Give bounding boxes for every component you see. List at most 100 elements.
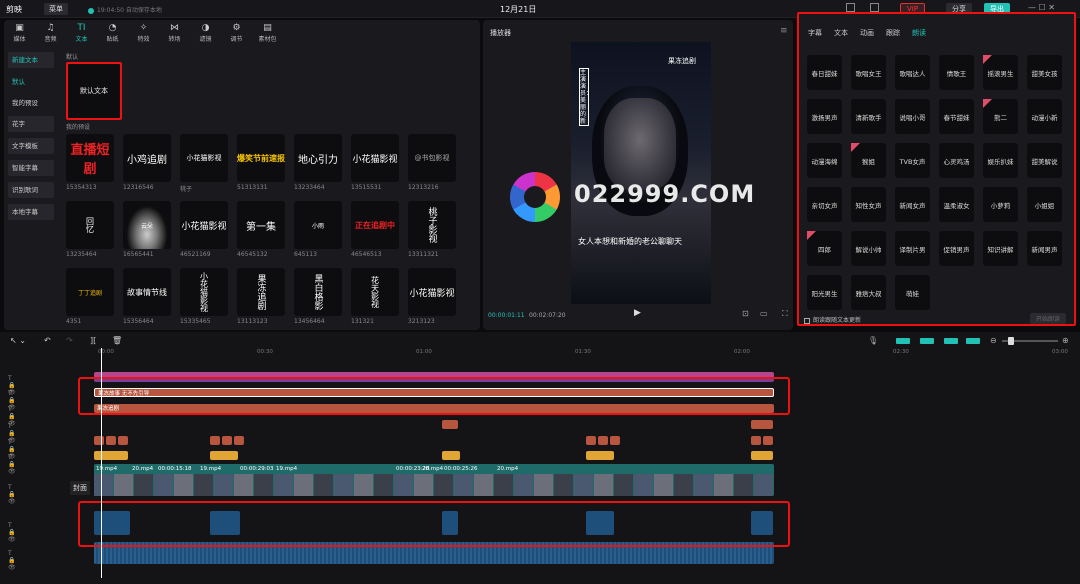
preset-card-11[interactable]: 小雨 645113 <box>294 201 342 267</box>
text-clip-a3-6[interactable] <box>586 436 596 445</box>
voice-card-31[interactable]: 雅痞大叔 <box>851 275 886 310</box>
split-icon[interactable]: ][ <box>90 336 96 345</box>
voice-card-30[interactable]: 阳光男生 <box>807 275 842 310</box>
preset-card-3[interactable]: 爆笑节前速报 51313131 <box>237 134 285 200</box>
text-clip-a3-1[interactable] <box>106 436 116 445</box>
tab-1[interactable]: ♫ 音频 <box>35 20 66 46</box>
eye-icon[interactable]: 👁 <box>8 468 16 475</box>
preset-card-2[interactable]: 小花猫影视 桃子 <box>180 134 228 200</box>
menu-button[interactable]: 菜单 <box>44 3 68 15</box>
voice-card-6[interactable]: 激扬男声 <box>807 99 842 134</box>
preset-thumb[interactable]: 故事情节线 <box>123 268 171 316</box>
type-icon[interactable]: T <box>8 484 12 491</box>
text-clip-a3-0[interactable] <box>94 436 104 445</box>
sticker-clip-0[interactable] <box>94 451 128 460</box>
preset-card-14[interactable]: 丁丁追剧 4351 <box>66 268 114 334</box>
playhead[interactable] <box>101 348 102 578</box>
preset-card-17[interactable]: 果冻追剧 13113123 <box>237 268 285 334</box>
voice-card-7[interactable]: 清新歌手 <box>851 99 886 134</box>
preset-card-10[interactable]: 第一集 46545132 <box>237 201 285 267</box>
zoom-slider-handle[interactable] <box>1008 337 1014 345</box>
tab-4[interactable]: ✧ 特效 <box>128 20 159 46</box>
text-clip-a3-5[interactable] <box>234 436 244 445</box>
prop-tab-0[interactable]: 字幕 <box>808 28 822 38</box>
lock-icon[interactable]: 🔒 <box>8 529 15 536</box>
text-clip-a3-4[interactable] <box>222 436 232 445</box>
voice-card-18[interactable]: 亲切女声 <box>807 187 842 222</box>
preset-card-18[interactable]: 黑白格影 13456464 <box>294 268 342 334</box>
sidenav-item-1[interactable]: 默认 <box>8 74 54 90</box>
voice-card-0[interactable]: 春日甜妹 <box>807 55 842 90</box>
sticker-clip-2[interactable] <box>442 451 460 460</box>
type-icon[interactable]: T <box>8 423 12 430</box>
lock-icon[interactable]: 🔒 <box>8 446 15 453</box>
type-icon[interactable]: T <box>8 454 12 461</box>
sticker-clip-3[interactable] <box>586 451 614 460</box>
sticker-clip-1[interactable] <box>210 451 238 460</box>
preset-thumb[interactable]: 小花猫影视 <box>180 268 228 316</box>
delete-icon[interactable]: 🗑 <box>112 336 122 345</box>
player-menu-icon[interactable]: ≡ <box>780 26 788 36</box>
lock-icon[interactable]: 🔒 <box>8 430 15 437</box>
preset-thumb[interactable]: 桃子影视 <box>408 201 456 249</box>
preset-thumb[interactable]: 第一集 <box>237 201 285 249</box>
type-icon[interactable]: T <box>8 439 12 446</box>
text-clip-a3-8[interactable] <box>610 436 620 445</box>
voice-card-16[interactable]: 娱乐扒妹 <box>983 143 1018 178</box>
lock-icon[interactable]: 🔒 <box>8 491 15 498</box>
voice-card-27[interactable]: 促销男声 <box>939 231 974 266</box>
zoom-out-icon[interactable]: ⊖ <box>990 336 997 345</box>
preset-card-12[interactable]: 正在追剧中 46546513 <box>351 201 399 267</box>
text-clip-small-0[interactable] <box>442 420 458 429</box>
voice-card-17[interactable]: 甜美解说 <box>1027 143 1062 178</box>
preset-card-13[interactable]: 桃子影视 13311321 <box>408 201 456 267</box>
audio-toggle-icon[interactable] <box>966 338 980 344</box>
voice-card-10[interactable]: 熊二 <box>983 99 1018 134</box>
time-ruler[interactable]: 00:00 00:30 01:00 01:30 02:00 02:30 03:00 <box>90 348 1080 360</box>
vertical-text-overlay[interactable]: 主演演员：美丽的新 <box>579 68 592 126</box>
preset-thumb[interactable]: 花天影视 <box>351 268 399 316</box>
preset-card-7[interactable]: 回忆 13235464 <box>66 201 114 267</box>
lock-icon[interactable]: 🔒 <box>8 397 15 404</box>
sidenav-item-7[interactable]: 本地字幕 <box>8 204 54 220</box>
tab-5[interactable]: ⋈ 转场 <box>159 20 190 46</box>
preset-card-19[interactable]: 花天影视 131321 <box>351 268 399 334</box>
voice-card-24[interactable]: 四郎 <box>807 231 842 266</box>
preset-thumb[interactable]: @书包影视 <box>408 134 456 182</box>
tab-3[interactable]: ◔ 贴纸 <box>97 20 128 46</box>
sidenav-item-3[interactable]: 花字 <box>8 116 54 132</box>
audio-track-controls[interactable]: T🔒👁 <box>8 550 22 571</box>
voice-card-26[interactable]: 译制片男 <box>895 231 930 266</box>
sidenav-item-4[interactable]: 文字模板 <box>8 138 54 154</box>
voice-card-29[interactable]: 新闻男声 <box>1027 231 1062 266</box>
voice-card-14[interactable]: TVB女声 <box>895 143 930 178</box>
fullscreen-icon[interactable]: ⛶ <box>782 309 788 319</box>
preset-card-16[interactable]: 小花猫影视 15335465 <box>180 268 228 334</box>
voice-card-1[interactable]: 歌唱女王 <box>851 55 886 90</box>
lock-icon[interactable]: 🔒 <box>8 413 15 420</box>
preset-thumb[interactable]: 正在追剧中 <box>351 201 399 249</box>
voice-card-4[interactable]: 摇滚男生 <box>983 55 1018 90</box>
sidenav-item-2[interactable]: 我的预设 <box>8 95 54 111</box>
voice-card-15[interactable]: 心灵鸡汤 <box>939 143 974 178</box>
preview-axis-icon[interactable] <box>944 338 958 344</box>
link-toggle-icon[interactable] <box>920 338 934 344</box>
voice-card-22[interactable]: 小萝莉 <box>983 187 1018 222</box>
window-controls[interactable]: — ☐ ✕ <box>1028 3 1055 12</box>
preset-thumb[interactable]: 小雨 <box>294 201 342 249</box>
prop-tab-4[interactable]: 朗读 <box>912 28 926 38</box>
text-clip-a3-3[interactable] <box>210 436 220 445</box>
lock-icon[interactable]: 🔒 <box>8 382 15 389</box>
preset-card-6[interactable]: @书包影视 12313216 <box>408 134 456 200</box>
voice-card-19[interactable]: 知性女声 <box>851 187 886 222</box>
voice-card-13[interactable]: 猴姐 <box>851 143 886 178</box>
voice-card-20[interactable]: 新闻女声 <box>895 187 930 222</box>
cover-button[interactable]: 封面 <box>70 481 90 495</box>
voice-card-25[interactable]: 解说小帅 <box>851 231 886 266</box>
text-clip-a3-7[interactable] <box>598 436 608 445</box>
preset-thumb[interactable]: 小花猫影视 <box>408 268 456 316</box>
type-icon[interactable]: T <box>8 406 12 413</box>
voice-card-12[interactable]: 动漫海绵 <box>807 143 842 178</box>
preset-card-8[interactable]: 云朵 16565441 <box>123 201 171 267</box>
layout-icon[interactable] <box>846 3 855 12</box>
